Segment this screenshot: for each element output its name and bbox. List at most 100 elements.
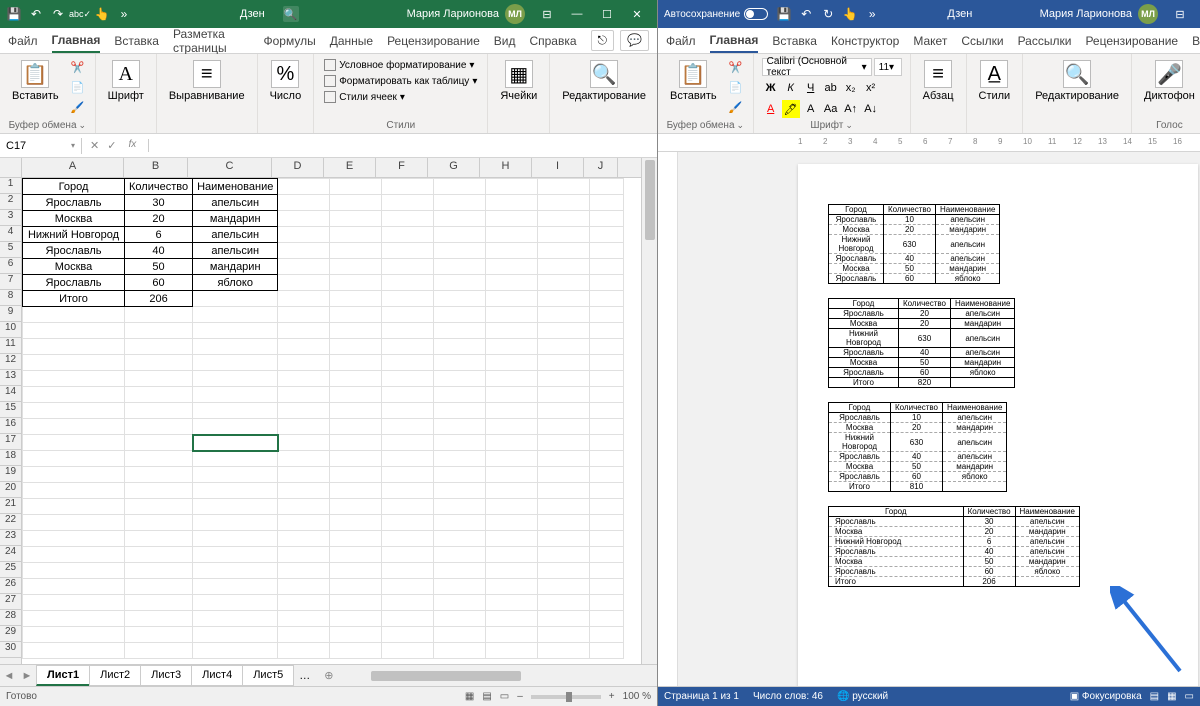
- cell[interactable]: [330, 419, 382, 435]
- autosave-toggle[interactable]: Автосохранение: [664, 8, 768, 20]
- cell[interactable]: [125, 467, 193, 483]
- cell[interactable]: [538, 387, 590, 403]
- cell[interactable]: Ярославль: [23, 275, 125, 291]
- cell[interactable]: [382, 323, 434, 339]
- cell[interactable]: мандарин: [193, 211, 278, 227]
- cell[interactable]: [538, 195, 590, 211]
- cell[interactable]: [486, 627, 538, 643]
- cell[interactable]: 50: [125, 259, 193, 275]
- cell[interactable]: [330, 499, 382, 515]
- cell[interactable]: [590, 243, 624, 259]
- cell[interactable]: [590, 531, 624, 547]
- cell[interactable]: [434, 403, 486, 419]
- cell[interactable]: [590, 403, 624, 419]
- cell[interactable]: 60: [125, 275, 193, 291]
- cell[interactable]: [330, 275, 382, 291]
- row-header[interactable]: 23: [0, 530, 21, 546]
- comments-icon[interactable]: 💬: [620, 30, 649, 51]
- cell[interactable]: [590, 307, 624, 323]
- cell[interactable]: [434, 483, 486, 499]
- cell[interactable]: [330, 339, 382, 355]
- format-table-button[interactable]: Форматировать как таблицу ▾: [322, 74, 479, 88]
- cell[interactable]: Наименование: [193, 179, 278, 195]
- cell[interactable]: [538, 483, 590, 499]
- column-header[interactable]: H: [480, 158, 532, 177]
- avatar[interactable]: МЛ: [1138, 4, 1158, 24]
- cell[interactable]: [382, 467, 434, 483]
- sheet-tab[interactable]: Лист5: [242, 665, 294, 686]
- cell[interactable]: [125, 643, 193, 659]
- cell[interactable]: [590, 611, 624, 627]
- editing-button[interactable]: 🔍Редактирование: [1031, 58, 1123, 104]
- cell[interactable]: [278, 291, 330, 307]
- cell[interactable]: [193, 435, 278, 451]
- save-icon[interactable]: 💾: [776, 6, 792, 22]
- cell[interactable]: [125, 339, 193, 355]
- cell[interactable]: [434, 515, 486, 531]
- cell[interactable]: Итого: [23, 291, 125, 307]
- cell[interactable]: [193, 579, 278, 595]
- tab-design[interactable]: Конструктор: [831, 30, 899, 52]
- cell[interactable]: [486, 611, 538, 627]
- cell[interactable]: [330, 211, 382, 227]
- cell[interactable]: [125, 611, 193, 627]
- row-header[interactable]: 26: [0, 578, 21, 594]
- cell[interactable]: [486, 371, 538, 387]
- tab-home[interactable]: Главная: [710, 29, 759, 53]
- cell[interactable]: [278, 371, 330, 387]
- cell[interactable]: [486, 355, 538, 371]
- cell[interactable]: [590, 195, 624, 211]
- copy-icon[interactable]: 📄: [69, 78, 87, 96]
- cell[interactable]: [538, 179, 590, 195]
- cell[interactable]: [23, 547, 125, 563]
- cell[interactable]: [23, 387, 125, 403]
- cell[interactable]: [23, 563, 125, 579]
- cell[interactable]: [382, 339, 434, 355]
- cell[interactable]: [278, 579, 330, 595]
- touch-icon[interactable]: 👆: [842, 6, 858, 22]
- cell[interactable]: [538, 627, 590, 643]
- cell[interactable]: [382, 227, 434, 243]
- cut-icon[interactable]: ✂️: [727, 58, 745, 76]
- row-header[interactable]: 13: [0, 370, 21, 386]
- cell[interactable]: [590, 499, 624, 515]
- cell[interactable]: [330, 291, 382, 307]
- cell[interactable]: [590, 227, 624, 243]
- highlight-button[interactable]: 🖊: [782, 100, 800, 118]
- horizontal-scrollbar[interactable]: [361, 669, 657, 683]
- cell[interactable]: [125, 595, 193, 611]
- cell[interactable]: [486, 595, 538, 611]
- cell[interactable]: [434, 307, 486, 323]
- cell[interactable]: [330, 323, 382, 339]
- more-qat-icon[interactable]: »: [116, 6, 132, 22]
- tab-file[interactable]: Файл: [8, 30, 38, 52]
- cell[interactable]: [538, 611, 590, 627]
- cell[interactable]: [434, 467, 486, 483]
- cell[interactable]: [330, 403, 382, 419]
- row-header[interactable]: 9: [0, 306, 21, 322]
- cell[interactable]: [193, 323, 278, 339]
- cell[interactable]: [434, 211, 486, 227]
- cell[interactable]: [590, 291, 624, 307]
- subscript-button[interactable]: x₂: [842, 79, 860, 97]
- cell[interactable]: [538, 467, 590, 483]
- cell[interactable]: [330, 579, 382, 595]
- row-header[interactable]: 30: [0, 642, 21, 658]
- paragraph-button[interactable]: ≡Абзац: [919, 58, 958, 104]
- cell[interactable]: [23, 371, 125, 387]
- cell[interactable]: [486, 291, 538, 307]
- column-header[interactable]: J: [584, 158, 618, 177]
- vertical-ruler[interactable]: [658, 152, 678, 686]
- row-header[interactable]: 21: [0, 498, 21, 514]
- column-header[interactable]: A: [22, 158, 124, 177]
- cell[interactable]: [486, 179, 538, 195]
- cell[interactable]: [278, 195, 330, 211]
- cell[interactable]: [125, 387, 193, 403]
- cell[interactable]: [330, 355, 382, 371]
- cell[interactable]: [278, 227, 330, 243]
- cell[interactable]: [590, 419, 624, 435]
- row-header[interactable]: 16: [0, 418, 21, 434]
- cell[interactable]: [125, 419, 193, 435]
- cell[interactable]: [486, 211, 538, 227]
- tab-view[interactable]: Вид: [494, 30, 516, 52]
